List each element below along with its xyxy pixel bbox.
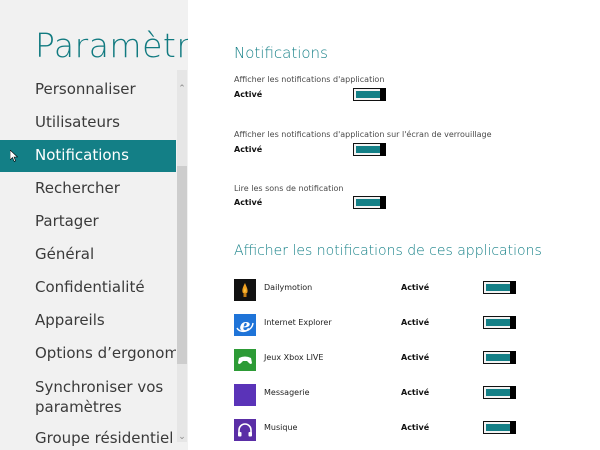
nav-item-label: Notifications: [35, 146, 129, 164]
app-name: Jeux Xbox LIVE: [264, 353, 324, 362]
nav-item-label: Partager: [35, 212, 99, 230]
nav-item-label: Synchroniser vos paramètres: [35, 378, 164, 416]
nav-item-synchroniser[interactable]: Synchroniser vos paramètres: [0, 377, 176, 417]
notifications-pane: Notifications Afficher les notifications…: [188, 0, 600, 450]
notifications-title: Notifications: [234, 44, 328, 62]
setting-label: Afficher les notifications d'application: [234, 75, 385, 84]
app-name: Internet Explorer: [264, 318, 332, 327]
toggle-knob: [380, 196, 386, 209]
setting-label: Afficher les notifications d'application…: [234, 130, 492, 139]
app-row-messagerie: Messagerie Activé: [234, 384, 574, 406]
messagerie-toggle[interactable]: [483, 386, 516, 399]
toggle-knob: [510, 351, 516, 364]
nav-scrollbar[interactable]: ⌃ ⌄: [176, 70, 188, 442]
nav-item-utilisateurs[interactable]: Utilisateurs: [0, 113, 176, 132]
internet-explorer-icon: e: [234, 314, 256, 336]
musique-toggle[interactable]: [483, 421, 516, 434]
setting-state: Activé: [234, 198, 263, 207]
app-row-xbox-games: Jeux Xbox LIVE Activé: [234, 349, 574, 371]
nav-item-label: Options d’ergonomie: [35, 344, 188, 362]
toggle-knob: [510, 421, 516, 434]
app-row-internet-explorer: e Internet Explorer Activé: [234, 314, 574, 336]
toggle-knob: [380, 143, 386, 156]
toggle-knob: [510, 386, 516, 399]
toggle-knob: [510, 316, 516, 329]
xbox-games-toggle[interactable]: [483, 351, 516, 364]
dailymotion-icon: [234, 279, 256, 301]
nav-item-rechercher[interactable]: Rechercher: [0, 179, 176, 198]
dailymotion-toggle[interactable]: [483, 281, 516, 294]
app-state: Activé: [401, 423, 430, 432]
nav-item-options-ergonomie[interactable]: Options d’ergonomie: [0, 344, 188, 363]
nav-item-label: Utilisateurs: [35, 113, 120, 131]
nav-item-label: Général: [35, 245, 95, 263]
toggle-knob: [380, 88, 386, 101]
scrollbar-thumb[interactable]: [177, 166, 187, 364]
app-name: Dailymotion: [264, 283, 313, 292]
apps-section-title: Afficher les notifications de ces applic…: [234, 243, 542, 259]
nav-item-partager[interactable]: Partager: [0, 212, 176, 231]
app-state: Activé: [401, 318, 430, 327]
nav-item-personnaliser[interactable]: Personnaliser: [0, 80, 176, 99]
setting-state: Activé: [234, 90, 263, 99]
xbox-games-icon: [234, 349, 256, 371]
setting-label: Lire les sons de notification: [234, 184, 344, 193]
messaging-icon: [234, 384, 256, 406]
app-row-dailymotion: Dailymotion Activé: [234, 279, 574, 301]
nav-item-general[interactable]: Général: [0, 245, 176, 264]
nav-item-label: Confidentialité: [35, 278, 145, 296]
nav-item-appareils[interactable]: Appareils: [0, 311, 176, 330]
svg-text:e: e: [240, 316, 251, 336]
setting-state: Activé: [234, 145, 263, 154]
scroll-up-icon[interactable]: ⌃: [177, 84, 187, 94]
lock-screen-notifications-toggle[interactable]: [353, 143, 386, 156]
internet-explorer-toggle[interactable]: [483, 316, 516, 329]
app-state: Activé: [401, 353, 430, 362]
app-state: Activé: [401, 283, 430, 292]
nav-item-groupe-residentiel[interactable]: Groupe résidentiel: [0, 429, 176, 448]
nav-item-label: Rechercher: [35, 179, 120, 197]
nav-item-label: Groupe résidentiel: [35, 429, 174, 447]
scroll-down-icon[interactable]: ⌄: [177, 432, 187, 442]
page-title: Paramètr...: [35, 26, 188, 65]
nav-item-label: Appareils: [35, 311, 105, 329]
toggle-knob: [510, 281, 516, 294]
settings-nav-pane: Paramètr... Personnaliser Utilisateurs N…: [0, 0, 188, 450]
nav-item-confidentialite[interactable]: Confidentialité: [0, 278, 176, 297]
nav-item-notifications[interactable]: Notifications: [0, 140, 188, 172]
app-notifications-toggle[interactable]: [353, 88, 386, 101]
notification-sounds-toggle[interactable]: [353, 196, 386, 209]
music-icon: [234, 419, 256, 441]
mouse-pointer-icon: [10, 150, 18, 162]
app-name: Messagerie: [264, 388, 310, 397]
app-row-musique: Musique Activé: [234, 419, 574, 441]
nav-item-label: Personnaliser: [35, 80, 136, 98]
app-state: Activé: [401, 388, 430, 397]
app-name: Musique: [264, 423, 298, 432]
